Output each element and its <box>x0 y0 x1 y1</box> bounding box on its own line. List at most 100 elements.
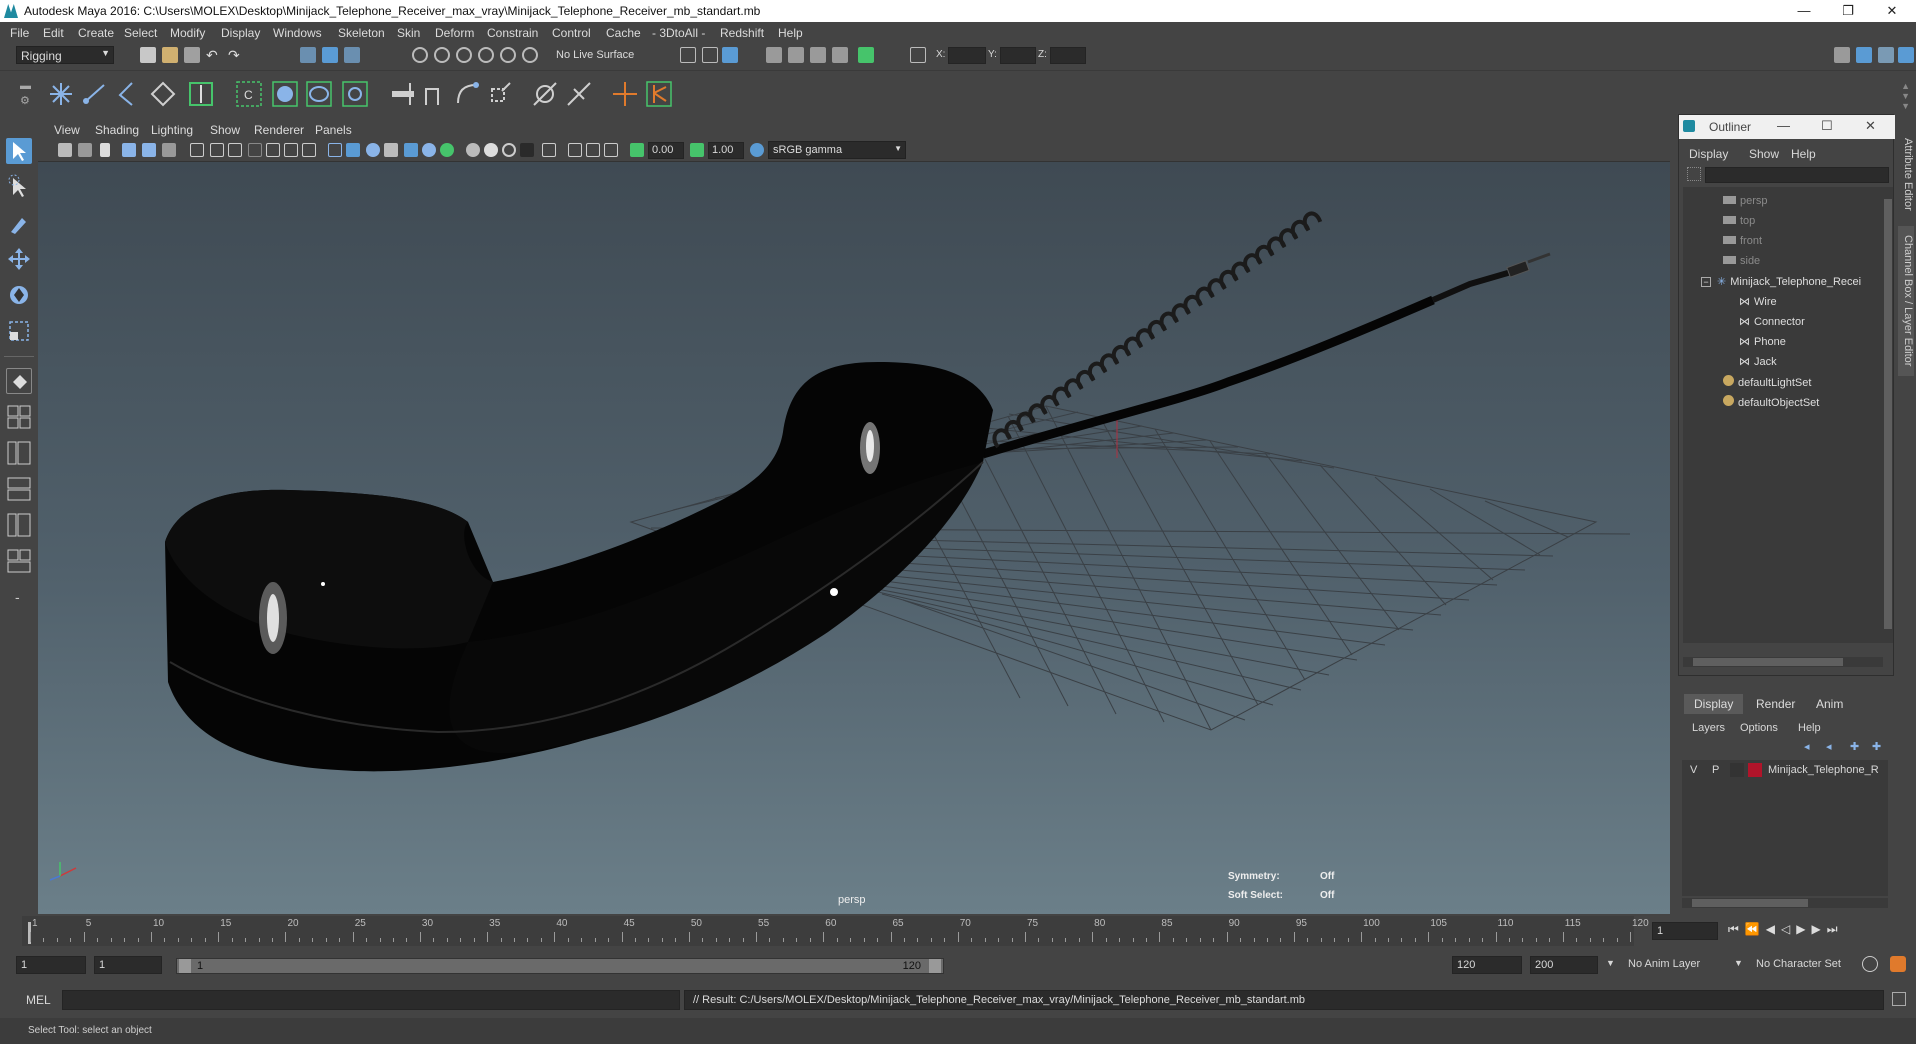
menu-skeleton[interactable]: Skeleton <box>338 26 385 40</box>
color-management-icon[interactable] <box>750 143 764 157</box>
open-scene-icon[interactable] <box>162 47 178 63</box>
script-editor-icon[interactable] <box>1892 992 1906 1006</box>
backface-culling-icon[interactable] <box>604 143 618 157</box>
menu-modify[interactable]: Modify <box>170 26 205 40</box>
hypershade-icon[interactable] <box>858 47 874 63</box>
snap-point-icon[interactable] <box>456 47 472 63</box>
menu-redshift[interactable]: Redshift <box>720 26 764 40</box>
end-time-field[interactable]: 200 <box>1530 956 1598 974</box>
playback-end-field[interactable]: 120 <box>1452 956 1522 974</box>
collapse-icon[interactable]: − <box>1701 277 1711 287</box>
persp-graph-layout-icon[interactable] <box>6 476 32 502</box>
blend-shape-icon[interactable] <box>340 79 370 109</box>
select-object-icon[interactable] <box>322 47 338 63</box>
menu-skin[interactable]: Skin <box>397 26 420 40</box>
paint-select-tool-icon[interactable] <box>6 210 32 236</box>
attribute-editor-toggle-icon[interactable] <box>1856 47 1872 63</box>
input-ops-icon[interactable] <box>680 47 696 63</box>
shelf-menu-icon[interactable]: ▬ ⚙ <box>20 79 34 109</box>
channel-box-toggle-icon[interactable] <box>1898 47 1914 63</box>
channel-box-tab[interactable]: Channel Box / Layer Editor <box>1898 226 1914 376</box>
layer-menu-help[interactable]: Help <box>1798 722 1821 734</box>
x-field[interactable] <box>948 47 986 64</box>
redo-icon[interactable]: ↷ <box>228 47 244 63</box>
menu-deform[interactable]: Deform <box>435 26 474 40</box>
viewport-menu-show[interactable]: Show <box>210 123 240 137</box>
viewport-menu-view[interactable]: View <box>54 123 80 137</box>
custom-layout-icon[interactable]: - <box>6 584 32 610</box>
hypershade-layout-icon[interactable] <box>6 512 32 538</box>
menu-control[interactable]: Control <box>552 26 591 40</box>
chevron-down-icon[interactable]: ▼ <box>1734 958 1743 968</box>
field-chart-icon[interactable] <box>266 143 280 157</box>
menu-cache[interactable]: Cache <box>606 26 641 40</box>
outliner-search-input[interactable] <box>1705 167 1889 183</box>
construction-history-icon[interactable] <box>722 47 738 63</box>
cluster-icon[interactable]: C <box>234 79 264 109</box>
depth-of-field-icon[interactable] <box>502 143 516 157</box>
undo-icon[interactable]: ↶ <box>206 47 222 63</box>
outliner-item-persp[interactable]: persp <box>1723 195 1768 207</box>
xray-joints-icon[interactable] <box>568 143 582 157</box>
command-input[interactable] <box>62 990 680 1010</box>
film-gate-icon[interactable] <box>210 143 224 157</box>
play-forwards-icon[interactable]: ▶ <box>1796 922 1811 936</box>
go-to-start-icon[interactable]: ⏮ <box>1728 922 1745 936</box>
orient-constraint-icon[interactable] <box>452 79 482 109</box>
outliner-item-jack[interactable]: ⋈ Jack <box>1739 355 1777 368</box>
perspective-viewport[interactable]: Symmetry: Off Soft Select: Off persp <box>38 162 1670 914</box>
scale-tool-icon[interactable] <box>6 318 32 344</box>
ipr-render-icon[interactable] <box>810 47 826 63</box>
resolution-gate-icon[interactable] <box>228 143 242 157</box>
point-constraint-icon[interactable] <box>420 79 450 109</box>
y-field[interactable] <box>1000 47 1036 64</box>
xray-icon[interactable] <box>520 143 534 157</box>
layer-hscrollbar[interactable] <box>1682 898 1888 908</box>
ik-handle-icon[interactable] <box>80 79 110 109</box>
menu-file[interactable]: File <box>10 26 29 40</box>
camera-select-icon[interactable] <box>58 143 72 157</box>
menu-help[interactable]: Help <box>778 26 803 40</box>
outliner-maximize-button[interactable]: ☐ <box>1821 118 1833 134</box>
render-view-icon[interactable] <box>766 47 782 63</box>
textured-icon[interactable] <box>384 143 398 157</box>
rotate-tool-icon[interactable] <box>6 282 32 308</box>
transform-mode-icon[interactable] <box>910 47 926 63</box>
play-backwards-icon[interactable]: ◁ <box>1781 922 1796 936</box>
auto-key-icon[interactable] <box>1862 956 1878 972</box>
move-layer-up-icon[interactable]: ◂ <box>1804 740 1810 753</box>
chevron-down-icon[interactable]: ▼ <box>1606 958 1615 968</box>
gamma-field[interactable]: 1.00 <box>708 142 744 159</box>
outliner-close-button[interactable]: ✕ <box>1865 118 1876 134</box>
ik-fk-switch-icon[interactable] <box>644 79 674 109</box>
smooth-shade-icon[interactable] <box>346 143 360 157</box>
outliner-item-phone[interactable]: ⋈ Phone <box>1739 335 1786 348</box>
snap-curve-icon[interactable] <box>434 47 450 63</box>
select-hierarchy-icon[interactable] <box>300 47 316 63</box>
outliner-item-lightset[interactable]: defaultLightSet <box>1723 375 1811 389</box>
outliner-item-group[interactable]: − ✳ Minijack_Telephone_Recei <box>1701 275 1861 288</box>
viewport-menu-shading[interactable]: Shading <box>95 123 139 137</box>
outliner-hscroll-thumb[interactable] <box>1693 658 1843 666</box>
step-back-frame-icon[interactable]: ◀ <box>1766 922 1781 936</box>
four-view-layout-icon[interactable] <box>6 404 32 430</box>
start-time-field[interactable]: 1 <box>16 956 86 974</box>
outliner-item-front[interactable]: front <box>1723 235 1762 247</box>
step-back-key-icon[interactable]: ⏪ <box>1745 922 1766 936</box>
menu-edit[interactable]: Edit <box>43 26 64 40</box>
make-live-icon[interactable] <box>522 47 538 63</box>
scene-canvas[interactable] <box>38 162 1670 914</box>
isolate-select-icon[interactable] <box>542 143 556 157</box>
layer-visibility-toggle[interactable]: V <box>1690 764 1697 776</box>
new-scene-icon[interactable] <box>140 47 156 63</box>
insert-joint-icon[interactable] <box>148 79 178 109</box>
z-field[interactable] <box>1050 47 1086 64</box>
menu-3dtoall[interactable]: - 3DtoAll - <box>652 26 705 40</box>
outliner-vscrollbar[interactable] <box>1883 187 1893 643</box>
exposure-icon[interactable] <box>630 143 644 157</box>
bookmark-icon[interactable] <box>100 143 110 157</box>
shelf-scroll-icon[interactable]: ▲ ▼ ▼ <box>1901 81 1910 111</box>
image-plane-icon[interactable] <box>122 143 136 157</box>
layer-menu-layers[interactable]: Layers <box>1692 722 1725 734</box>
outliner-hscrollbar[interactable] <box>1683 657 1883 667</box>
